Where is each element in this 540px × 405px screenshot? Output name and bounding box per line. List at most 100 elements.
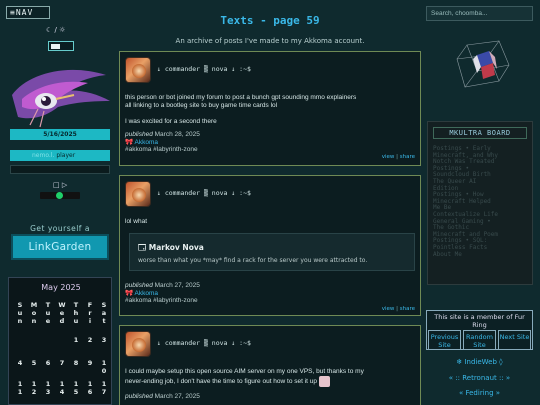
date-display: 5/16/2025 [10,129,110,140]
share-link[interactable]: share [400,154,415,160]
theme-icons: ☾ / ☼ [46,26,66,34]
calendar-day[interactable]: 2 [27,388,41,397]
player-progress[interactable] [10,165,110,174]
quote-text: worse than what you *may* find a rack fo… [138,257,368,264]
post-line: all linking to a bootleg site to buy gam… [125,102,278,109]
post-author: ↓ commander ▒ nova ↓ :~$ [157,65,251,73]
calendar-day[interactable] [55,337,69,345]
calendar-week: 0 [13,367,111,376]
calendar-day[interactable]: 8 [69,359,83,368]
post-tags[interactable]: #akkoma #labyrinth-zone [125,146,417,154]
calendar-day[interactable]: 7 [55,359,69,368]
mkultra-board: MKULTRA BOARD Postings • Early Minecraft… [427,121,533,285]
calendar-day[interactable]: 7 [97,388,111,397]
post-meta: published March 28, 2025 [125,131,417,139]
published-label: published [125,282,153,289]
calendar: May 2025 SMTWTFS uouehra nneduit 123 456… [8,277,112,405]
share-link[interactable]: share [400,306,415,312]
post-date: March 27, 2025 [154,282,200,289]
calendar-day[interactable] [13,337,27,345]
calendar-day[interactable] [27,337,41,345]
calendar-day[interactable]: 6 [41,359,55,368]
calendar-day[interactable]: 1 [69,336,83,345]
calendar-day [41,368,55,376]
calendar-day[interactable]: 2 [83,336,97,345]
weekday: e [45,317,51,325]
theme-toggle[interactable] [48,41,74,51]
weekday: t [102,317,106,325]
platform-link[interactable]: Akkoma [135,290,158,297]
calendar-week: 1234567 [13,388,111,397]
retronaut-link[interactable]: « :: Retronaut :: » [426,374,533,382]
webring-next-button[interactable]: Next Site [498,330,531,350]
webring-caption: This site is a member of Fur Ring [434,313,525,329]
avatar-face [132,338,146,352]
calendar-day[interactable]: 4 [13,359,27,368]
quoted-post[interactable]: 🗔 Markov Nova worse than what you *may* … [129,233,415,271]
volume-slider[interactable] [40,192,80,199]
post-body: this person or bot joined my forum to po… [125,94,417,154]
search-input[interactable]: Search, choomba... [426,6,533,21]
avatar-face [132,64,146,78]
weekday: n [31,317,37,325]
post-card: ↓ commander ▒ nova ↓ :~$ this person or … [119,51,421,166]
quote-author-name: Markov Nova [148,243,204,252]
post-tags[interactable]: #akkoma #labyrinth-zone [125,297,200,305]
volume-handle[interactable] [56,192,63,199]
quote-author: 🗔 Markov Nova [138,243,204,252]
calendar-day[interactable]: 3 [97,336,111,345]
linkgarden-caption: Get yourself a [30,224,90,233]
platform-link[interactable]: Akkoma [135,139,158,146]
player-track: nemo.l. [32,152,55,159]
calendar-day [55,368,69,376]
calendar-day[interactable] [41,337,55,345]
post-meta: published March 27, 2025 [125,393,417,401]
post-line: I could maybe setup this open source AIM… [125,368,364,375]
calendar-day[interactable]: 6 [83,388,97,397]
music-player-label: nemo.l. player [10,150,110,161]
calendar-day[interactable]: 5 [27,359,41,368]
published-label: published [125,393,153,400]
post-line: never-ending job, I don't have the time … [125,376,417,387]
avatar-face [132,188,146,202]
post-line: this person or bot joined my forum to po… [125,94,357,101]
webring-widget: This site is a member of Fur Ring Previo… [426,310,533,350]
calendar-day[interactable]: 9 [83,359,97,368]
mascot-image [12,69,110,128]
calendar-day[interactable]: 5 [69,388,83,397]
view-link[interactable]: view [382,306,395,312]
calendar-day[interactable]: 4 [55,388,69,397]
post-author: ↓ commander ▒ nova ↓ :~$ [157,339,251,347]
post-line: lol what [125,218,148,225]
player-controls[interactable]: □ ▷ [53,181,67,189]
post-line: I was excited for a second there [125,118,217,125]
mkultra-board-title: MKULTRA BOARD [433,127,527,139]
avatar[interactable] [125,331,151,357]
post-meta: published March 27, 2025 [125,282,200,290]
emoji-icon [318,376,330,387]
post-date: March 27, 2025 [154,393,200,400]
calendar-week: 123 [13,336,111,345]
webring-previous-button[interactable]: Previous Site [428,330,461,350]
player-title: player [56,152,76,159]
published-label: published [125,131,153,138]
toggle-knob [51,44,60,49]
weekday: u [73,317,79,325]
linkgarden-button[interactable]: LinkGarden [11,234,109,260]
calendar-day[interactable]: 3 [41,388,55,397]
calendar-day[interactable]: 1 [13,388,27,397]
calendar-day [83,368,97,376]
webring-random-button[interactable]: Random Site [463,330,496,350]
calendar-day [13,368,27,376]
post-actions: view | share [381,306,415,312]
post-card: ↓ commander ▒ nova ↓ :~$ I could maybe s… [119,325,421,405]
avatar[interactable] [125,57,151,83]
post-line-text: never-ending job, I don't have the time … [125,378,318,386]
indieweb-link[interactable]: ❄ IndieWeb ◊ [426,358,533,366]
mkultra-board-list: Postings • Early Minecraft, and Why Notc… [433,145,531,259]
calendar-week: 4567891 [13,359,111,368]
avatar[interactable] [125,181,151,207]
view-link[interactable]: view [382,154,395,160]
board-line[interactable]: About Me [433,251,531,259]
fediring-link[interactable]: « Fediring » [426,389,533,397]
